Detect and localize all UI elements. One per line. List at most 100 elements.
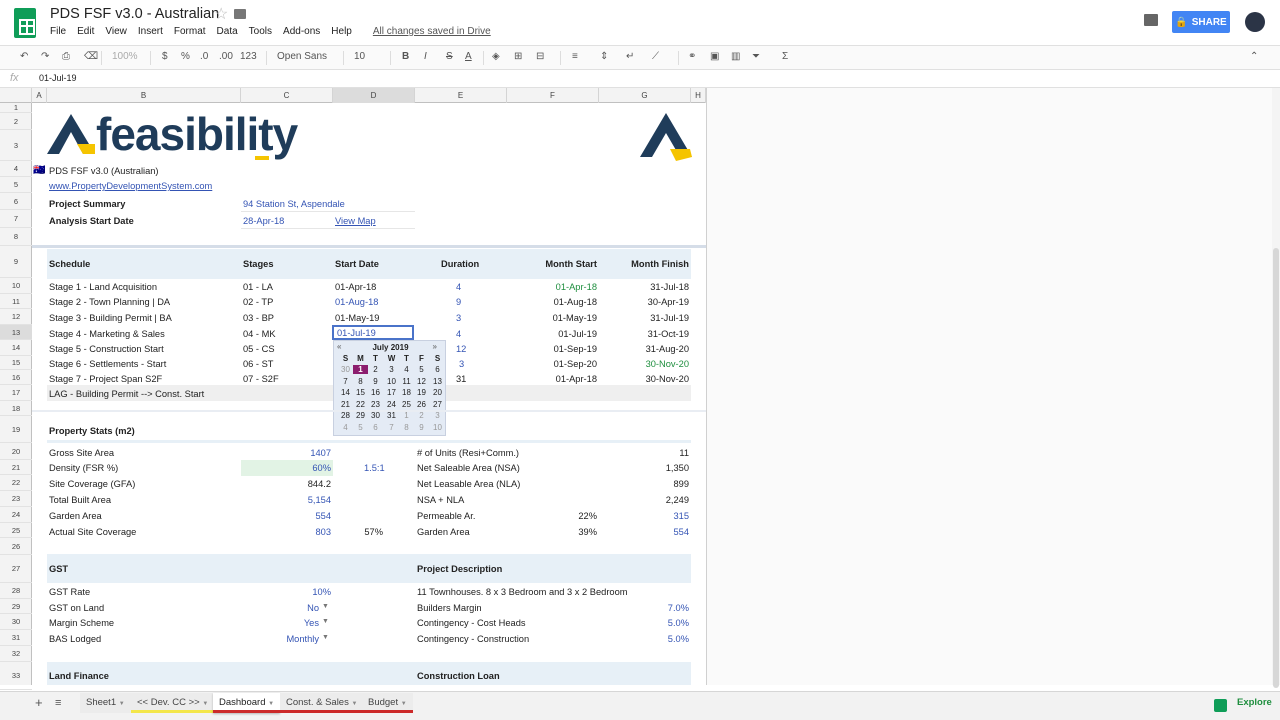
stat-value[interactable]: 1407	[243, 447, 331, 459]
calendar-day[interactable]: 16	[368, 388, 383, 397]
strikethrough-button[interactable]: S	[446, 51, 453, 62]
calendar-day[interactable]: 20	[430, 388, 445, 397]
active-cell-editor[interactable]: 01-Jul-19	[332, 325, 414, 340]
calendar-day[interactable]: 18	[399, 388, 414, 397]
website-link[interactable]: www.PropertyDevelopmentSystem.com	[49, 180, 212, 192]
bold-button[interactable]: B	[402, 51, 409, 62]
explore-icon[interactable]	[1214, 699, 1227, 712]
calendar-day[interactable]: 6	[368, 423, 383, 432]
calendar-day[interactable]: 5	[414, 365, 429, 374]
row-header[interactable]: 24	[0, 507, 32, 523]
project-description-text[interactable]: 11 Townhouses. 8 x 3 Bedroom and 3 x 2 B…	[417, 586, 628, 598]
calendar-day[interactable]: 2	[368, 365, 383, 374]
calendar-day[interactable]: 9	[414, 423, 429, 432]
next-month-button[interactable]: »	[433, 342, 437, 351]
row-header[interactable]: 1	[0, 103, 32, 113]
sheets-logo-icon[interactable]	[14, 8, 36, 38]
dropdown-arrow-icon[interactable]: ▼	[322, 632, 329, 644]
functions-button[interactable]: Σ	[782, 51, 788, 62]
menu-help[interactable]: Help	[331, 26, 352, 37]
row-header[interactable]: 17	[0, 385, 32, 401]
tab-dev-cc[interactable]: << Dev. CC >> ▼	[131, 693, 215, 713]
column-header-e[interactable]: E	[415, 88, 507, 103]
duration-cell[interactable]: 9	[456, 296, 461, 308]
row-header[interactable]: 8	[0, 228, 32, 246]
row-header[interactable]: 4	[0, 161, 32, 177]
insert-link-icon[interactable]: ⚭	[688, 51, 696, 62]
analysis-start-value[interactable]: 28-Apr-18	[243, 215, 284, 227]
tab-const-sales[interactable]: Const. & Sales ▼	[280, 693, 364, 713]
text-wrap-icon[interactable]: ↵	[626, 51, 634, 62]
calendar-day[interactable]: 9	[368, 377, 383, 386]
save-status[interactable]: All changes saved in Drive	[373, 26, 491, 37]
row-header[interactable]: 29	[0, 599, 32, 614]
calendar-day[interactable]: 21	[338, 400, 353, 409]
dropdown-arrow-icon[interactable]: ▼	[322, 601, 329, 613]
calendar-day[interactable]: 8	[399, 423, 414, 432]
menu-tools[interactable]: Tools	[249, 26, 272, 37]
insert-comment-icon[interactable]: ▣	[710, 51, 719, 62]
menu-insert[interactable]: Insert	[138, 26, 163, 37]
calendar-day[interactable]: 10	[384, 377, 399, 386]
column-header-b[interactable]: B	[47, 88, 241, 103]
margin-scheme-dropdown[interactable]: Yes	[243, 617, 319, 629]
insert-chart-icon[interactable]: ▥	[731, 51, 740, 62]
row-header[interactable]: 20	[0, 443, 32, 460]
duration-cell[interactable]: 12	[456, 343, 466, 355]
row-header[interactable]: 31	[0, 630, 32, 646]
row-header[interactable]: 19	[0, 416, 32, 443]
share-button[interactable]: 🔒 SHARE	[1172, 11, 1230, 33]
calendar-day[interactable]: 7	[338, 377, 353, 386]
borders-icon[interactable]: ⊞	[514, 51, 522, 62]
row-header[interactable]: 26	[0, 538, 32, 555]
more-formats-button[interactable]: 123	[240, 51, 257, 62]
project-value[interactable]: 5.0%	[601, 633, 689, 645]
vertical-align-icon[interactable]: ⇕	[600, 51, 608, 62]
calendar-day[interactable]: 30	[368, 411, 383, 420]
row-header[interactable]: 27	[0, 555, 32, 583]
redo-icon[interactable]: ↷	[41, 51, 49, 62]
tab-dashboard[interactable]: Dashboard ▼	[213, 693, 281, 713]
calendar-day[interactable]: 17	[384, 388, 399, 397]
tab-budget[interactable]: Budget ▼	[362, 693, 413, 713]
collapse-toolbar-icon[interactable]: ⌃	[1250, 51, 1258, 62]
menu-view[interactable]: View	[105, 26, 127, 37]
row-header[interactable]: 11	[0, 294, 32, 309]
stat-value[interactable]: 60%	[243, 462, 331, 474]
undo-icon[interactable]: ↶	[20, 51, 28, 62]
row-header[interactable]: 32	[0, 646, 32, 662]
gst-on-land-dropdown[interactable]: No	[243, 602, 319, 614]
currency-format-button[interactable]: $	[162, 51, 168, 62]
star-icon[interactable]: ☆	[214, 4, 228, 24]
italic-button[interactable]: I	[424, 51, 427, 62]
calendar-day[interactable]: 4	[399, 365, 414, 374]
row-header[interactable]: 6	[0, 193, 32, 210]
bas-lodged-dropdown[interactable]: Monthly	[243, 633, 319, 645]
row-header[interactable]: 18	[0, 401, 32, 416]
font-select[interactable]: Open Sans	[277, 51, 327, 62]
row-header[interactable]: 7	[0, 210, 32, 228]
menu-format[interactable]: Format	[174, 26, 206, 37]
calendar-day[interactable]: 19	[414, 388, 429, 397]
row-header[interactable]: 12	[0, 309, 32, 325]
row-header[interactable]: 22	[0, 475, 32, 491]
increase-decimals-button[interactable]: .00	[219, 51, 233, 62]
date-picker[interactable]: « July 2019 » S M T W T F S 30 1 2 3 4 5 6 7 8 9 10 11 12 13…	[333, 340, 446, 436]
column-header-f[interactable]: F	[507, 88, 599, 103]
row-header[interactable]: 2	[0, 113, 32, 130]
row-header[interactable]: 3	[0, 130, 32, 161]
column-header-g[interactable]: G	[599, 88, 691, 103]
document-title[interactable]: PDS FSF v3.0 - Australian	[50, 6, 219, 22]
project-summary-value[interactable]: 94 Station St, Aspendale	[243, 198, 345, 210]
column-header-c[interactable]: C	[241, 88, 333, 103]
row-header[interactable]: 30	[0, 614, 32, 630]
row-header[interactable]: 5	[0, 177, 32, 193]
print-icon[interactable]: ⎙	[62, 51, 70, 62]
calendar-day[interactable]: 24	[384, 400, 399, 409]
calendar-day[interactable]: 8	[353, 377, 368, 386]
row-header[interactable]: 28	[0, 583, 32, 599]
row-header[interactable]: 23	[0, 491, 32, 507]
calendar-day[interactable]: 31	[384, 411, 399, 420]
font-size-select[interactable]: 10	[354, 51, 365, 62]
add-sheet-icon[interactable]: +	[35, 696, 43, 709]
